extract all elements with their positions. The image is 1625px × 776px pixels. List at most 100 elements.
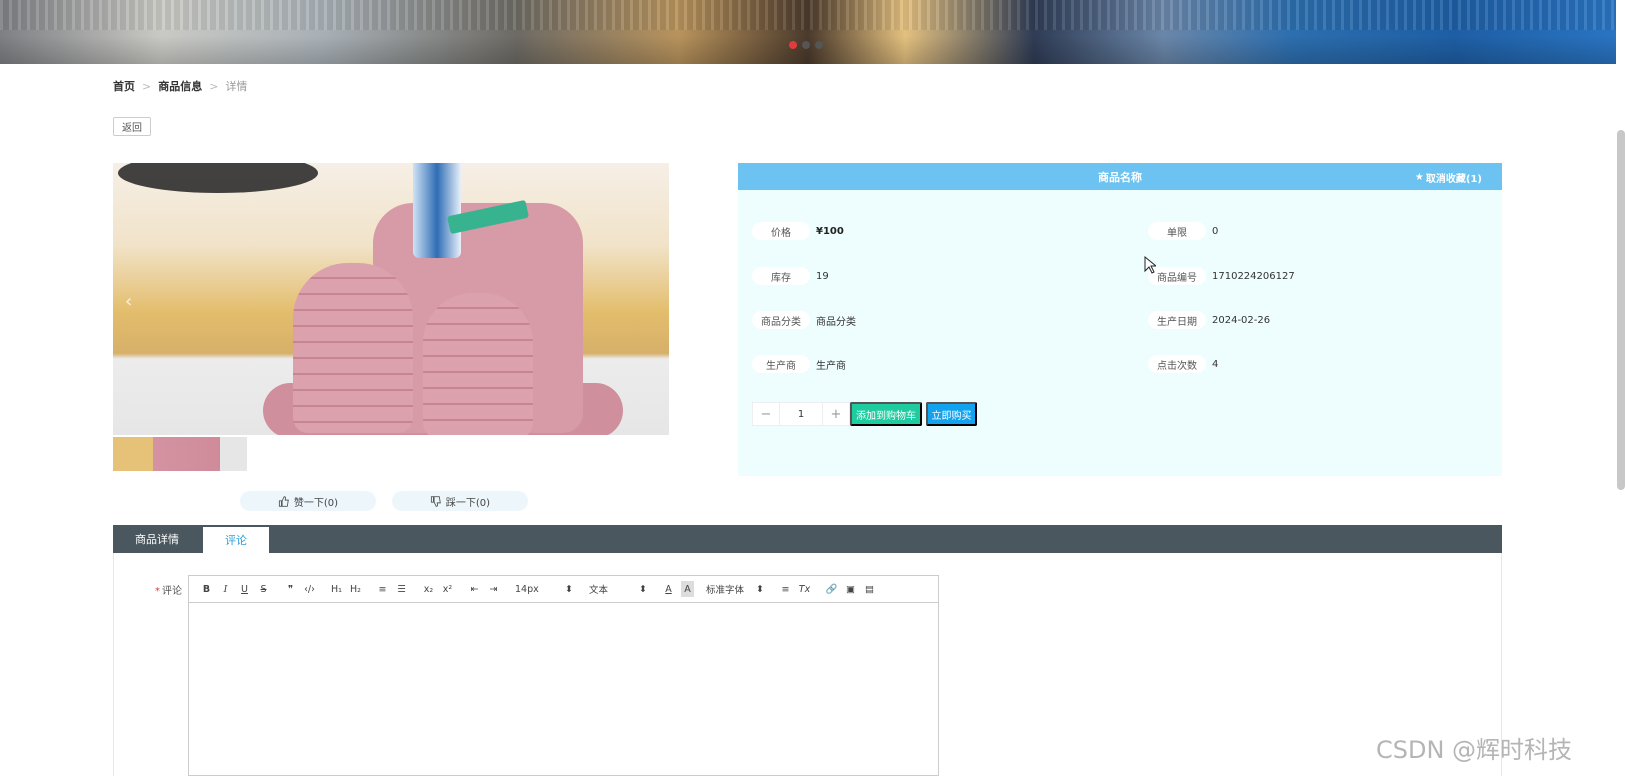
field-label: 生产商 [752,355,810,373]
price-value: ¥100 [816,225,844,237]
blockquote-icon[interactable]: ❞ [281,581,300,597]
quantity-input[interactable]: 1 [780,402,822,426]
clear-format-icon[interactable]: Tx [795,581,814,597]
product-image-logo [118,163,318,193]
image-icon[interactable]: ▣ [841,581,860,597]
field-maker: 生产商 生产商 [752,355,846,373]
strikethrough-icon[interactable]: S [254,581,273,597]
underline-icon[interactable]: U [235,581,254,597]
field-label: 商品分类 [752,311,810,329]
bold-icon[interactable]: B [197,581,216,597]
field-label: 单限 [1148,222,1206,240]
field-clicks: 点击次数 4 [1148,355,1218,373]
font-size-value: 14px [515,583,539,595]
select-arrow-icon: ⬍ [639,583,647,595]
code-value: 1710224206127 [1212,270,1295,282]
product-info-header: 商品名称 ★ 取消收藏(1) [738,163,1502,190]
carousel-dot-2[interactable] [802,41,810,49]
bullet-list-icon[interactable]: ☰ [392,581,411,597]
comment-label: * 评论 [155,582,182,597]
text-style-select[interactable]: 文本 ⬍ [585,581,651,597]
field-stock: 库存 19 [752,267,829,285]
limit-value: 0 [1212,225,1219,237]
field-category: 商品分类 商品分类 [752,311,856,329]
font-size-select[interactable]: 14px ⬍ [511,581,577,597]
add-to-cart-button[interactable]: 添加到购物车 [850,402,922,426]
breadcrumb-category[interactable]: 商品信息 [158,78,202,94]
field-label: 商品编号 [1148,267,1206,285]
product-info-panel: 商品名称 ★ 取消收藏(1) 价格 ¥100 单限 0 库存 19 商品编号 1… [738,163,1502,476]
like-label: 赞一下(0) [293,497,339,509]
prev-image-icon[interactable]: ‹ [125,291,132,312]
field-label: 点击次数 [1148,355,1206,373]
product-image-cup [423,293,533,435]
product-title: 商品名称 [1098,170,1142,184]
text-style-value: 文本 [589,585,609,596]
breadcrumb-home[interactable]: 首页 [113,78,135,94]
favorite-toggle[interactable]: ★ 取消收藏(1) [1415,170,1482,185]
field-price: 价格 ¥100 [752,222,844,240]
product-main-image[interactable]: ‹ [113,163,669,435]
back-button[interactable]: 返回 [113,117,151,136]
breadcrumb-current: 详情 [225,80,248,93]
comment-label-text: 评论 [162,586,182,597]
italic-icon[interactable]: I [216,581,235,597]
font-family-select[interactable]: 标准字体 ⬍ [702,581,768,597]
tab-product-details[interactable]: 商品详情 [113,525,201,553]
date-value: 2024-02-26 [1212,314,1271,326]
increase-quantity-button[interactable]: + [822,402,850,426]
stock-value: 19 [816,270,829,282]
heading-2-icon[interactable]: H₂ [346,581,365,597]
field-label: 库存 [752,267,810,285]
subscript-icon[interactable]: x₂ [419,581,438,597]
thumbs-up-icon [278,495,289,507]
editor-toolbar: B I U S ❞ ‹/› H₁ H₂ ≡ ☰ x₂ x² ⇤ ⇥ 14px ⬍… [188,575,939,603]
field-code: 商品编号 1710224206127 [1148,267,1295,285]
font-family-value: 标准字体 [706,585,745,596]
field-label: 价格 [752,222,810,240]
star-icon: ★ [1414,172,1424,183]
dislike-button[interactable]: 踩一下(0) [392,491,528,511]
superscript-icon[interactable]: x² [438,581,457,597]
breadcrumb-separator: > [209,79,219,93]
watermark: CSDN @辉时科技 [1376,736,1573,764]
field-date: 生产日期 2024-02-26 [1148,311,1270,329]
outdent-icon[interactable]: ⇤ [465,581,484,597]
heading-1-icon[interactable]: H₁ [327,581,346,597]
product-image-toothpaste [413,163,461,258]
field-limit: 单限 0 [1148,222,1218,240]
product-thumbnail[interactable] [113,437,247,471]
link-icon[interactable]: 🔗 [822,581,841,597]
required-mark: * [155,586,160,597]
video-icon[interactable]: ▤ [860,581,879,597]
font-color-icon[interactable]: A [659,581,678,597]
carousel-dot-1[interactable] [789,41,797,49]
background-color-icon[interactable]: A [681,581,694,597]
select-arrow-icon: ⬍ [565,583,573,595]
detail-tabs: 商品详情 评论 [113,525,1502,553]
dislike-label: 踩一下(0) [445,497,491,509]
clicks-value: 4 [1212,358,1219,370]
buy-now-button[interactable]: 立即购买 [926,402,977,426]
comment-editor[interactable] [188,603,939,776]
breadcrumb-separator: > [142,79,152,93]
thumbs-down-icon [430,495,441,507]
product-image-cup [293,263,413,433]
field-label: 生产日期 [1148,311,1206,329]
banner-carousel[interactable] [0,0,1616,64]
decrease-quantity-button[interactable]: − [752,402,780,426]
like-button[interactable]: 赞一下(0) [240,491,376,511]
carousel-dots [789,41,823,49]
tab-comments[interactable]: 评论 [203,527,269,553]
page-scrollbar[interactable] [1617,130,1625,490]
align-icon[interactable]: ≡ [776,581,795,597]
breadcrumb: 首页 > 商品信息 > 详情 [113,78,247,94]
carousel-dot-3[interactable] [815,41,823,49]
ordered-list-icon[interactable]: ≡ [373,581,392,597]
mouse-cursor-icon [1144,256,1156,274]
code-block-icon[interactable]: ‹/› [300,581,319,597]
maker-value: 生产商 [816,360,846,372]
category-value: 商品分类 [816,316,856,328]
indent-icon[interactable]: ⇥ [484,581,503,597]
quantity-stepper: − 1 + [752,402,850,426]
